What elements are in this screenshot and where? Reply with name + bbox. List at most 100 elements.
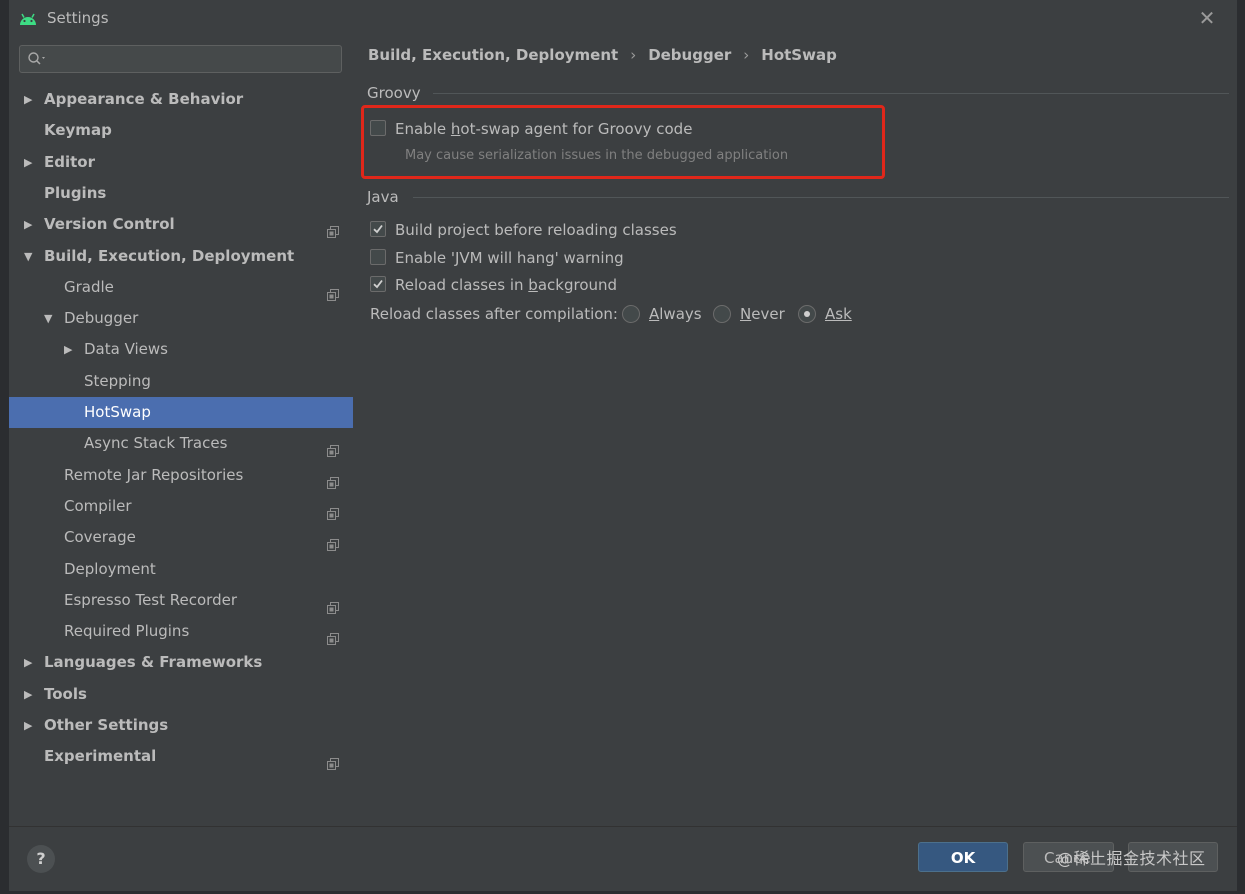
- sidebar-item[interactable]: Compiler: [9, 491, 353, 522]
- sidebar-item[interactable]: ▶ Data Views: [9, 334, 353, 365]
- sidebar-item[interactable]: Deployment: [9, 554, 353, 585]
- build-before-reload-label: Build project before reloading classes: [395, 221, 677, 239]
- window-title: Settings: [47, 9, 109, 27]
- build-before-reload-checkbox[interactable]: [370, 221, 386, 237]
- check-icon: [373, 279, 383, 289]
- sidebar-item[interactable]: Espresso Test Recorder: [9, 585, 353, 616]
- check-icon: [373, 224, 383, 234]
- sidebar-item-label: Compiler: [64, 497, 132, 515]
- title-bar: Settings ✕: [9, 0, 1237, 38]
- sidebar-item-label: Remote Jar Repositories: [64, 466, 244, 484]
- breadcrumb-separator: ›: [743, 46, 750, 64]
- collapse-arrow-icon[interactable]: ▶: [24, 147, 36, 178]
- highlight-box: [361, 105, 885, 179]
- sidebar-item[interactable]: ▶ Languages & Frameworks: [9, 647, 353, 678]
- sidebar-item-label: Espresso Test Recorder: [64, 591, 237, 609]
- project-level-icon: [327, 625, 339, 645]
- collapse-arrow-icon[interactable]: ▶: [24, 647, 36, 678]
- sidebar-item-label: Languages & Frameworks: [44, 653, 263, 671]
- close-icon[interactable]: ✕: [1195, 6, 1219, 30]
- project-level-icon: [327, 469, 339, 489]
- sidebar-item[interactable]: ▼ Debugger: [9, 303, 353, 334]
- reload-in-background-checkbox[interactable]: [370, 276, 386, 292]
- sidebar-item-label: HotSwap: [84, 403, 151, 421]
- jvm-hang-warning-checkbox[interactable]: [370, 249, 386, 265]
- breadcrumb-item: Debugger: [648, 46, 732, 64]
- radio-ask[interactable]: [798, 305, 816, 323]
- sidebar-item[interactable]: Plugins: [9, 178, 353, 209]
- sidebar-item[interactable]: ▶ Tools: [9, 679, 353, 710]
- group-divider: [413, 197, 1229, 198]
- sidebar-item-label: Other Settings: [44, 716, 169, 734]
- breadcrumb-item: HotSwap: [761, 46, 837, 64]
- radio-never[interactable]: [713, 305, 731, 323]
- radio-ask-label[interactable]: Ask: [825, 302, 852, 326]
- sidebar-item-label: Async Stack Traces: [84, 434, 228, 452]
- java-group-title: Java: [367, 188, 399, 206]
- project-level-icon: [327, 594, 339, 614]
- reload-after-compilation-row: Reload classes after compilation: Always…: [370, 302, 890, 326]
- sidebar-item-label: Tools: [44, 685, 87, 703]
- collapse-arrow-icon[interactable]: ▶: [24, 710, 36, 741]
- sidebar-item-label: Coverage: [64, 528, 136, 546]
- sidebar-item[interactable]: ▼ Build, Execution, Deployment: [9, 241, 353, 272]
- sidebar-item-label: Debugger: [64, 309, 139, 327]
- help-button[interactable]: ?: [27, 845, 55, 873]
- collapse-arrow-icon[interactable]: ▶: [64, 334, 76, 365]
- project-level-icon: [327, 281, 339, 301]
- sidebar-item[interactable]: ▶ Version Control: [9, 209, 353, 240]
- reload-in-background-label: Reload classes in background: [395, 276, 618, 294]
- sidebar-item-label: Gradle: [64, 278, 114, 296]
- settings-dialog: Settings ✕ ▶ Appearance & Behavior Keymap ▶…: [9, 0, 1237, 891]
- sidebar-item[interactable]: HotSwap: [9, 397, 353, 428]
- sidebar-item-label: Editor: [44, 153, 95, 171]
- sidebar-item-label: Required Plugins: [64, 622, 190, 640]
- breadcrumb: Build, Execution, Deployment › Debugger › Ho…: [368, 46, 837, 64]
- project-level-icon: [327, 750, 339, 770]
- sidebar-item[interactable]: ▶ Other Settings: [9, 710, 353, 741]
- project-level-icon: [327, 218, 339, 238]
- project-level-icon: [327, 531, 339, 551]
- radio-selected-dot: [804, 311, 810, 317]
- breadcrumb-separator: ›: [630, 46, 637, 64]
- radio-always-label[interactable]: Always: [649, 302, 702, 326]
- project-level-icon: [327, 437, 339, 457]
- sidebar-item[interactable]: Experimental: [9, 741, 353, 772]
- project-level-icon: [327, 500, 339, 520]
- sidebar-item[interactable]: Required Plugins: [9, 616, 353, 647]
- settings-content: Build, Execution, Deployment › Debugger › Ho…: [353, 38, 1237, 826]
- sidebar-item-label: Version Control: [44, 215, 175, 233]
- ok-button[interactable]: OK: [918, 842, 1008, 872]
- search-icon: [28, 52, 45, 65]
- sidebar-item-label: Keymap: [44, 121, 112, 139]
- dialog-footer: ? OK Cancel @稀土掘金技术社区: [9, 826, 1237, 891]
- sidebar-item-label: Experimental: [44, 747, 157, 765]
- sidebar-item[interactable]: Gradle: [9, 272, 353, 303]
- search-input[interactable]: [19, 45, 342, 73]
- reload-after-compilation-label: Reload classes after compilation:: [370, 305, 618, 323]
- sidebar-item[interactable]: Keymap: [9, 115, 353, 146]
- expand-arrow-icon[interactable]: ▼: [24, 241, 36, 272]
- sidebar-item-label: Build, Execution, Deployment: [44, 247, 295, 265]
- sidebar-item[interactable]: ▶ Appearance & Behavior: [9, 84, 353, 115]
- radio-never-label[interactable]: Never: [740, 302, 785, 326]
- radio-always[interactable]: [622, 305, 640, 323]
- sidebar-item-label: Plugins: [44, 184, 107, 202]
- sidebar-item[interactable]: Async Stack Traces: [9, 428, 353, 459]
- collapse-arrow-icon[interactable]: ▶: [24, 679, 36, 710]
- android-icon: [20, 13, 36, 25]
- group-divider: [433, 93, 1229, 94]
- sidebar-item[interactable]: Coverage: [9, 522, 353, 553]
- jvm-hang-warning-label: Enable 'JVM will hang' warning: [395, 249, 624, 267]
- sidebar-item-label: Deployment: [64, 560, 156, 578]
- sidebar-item[interactable]: Stepping: [9, 366, 353, 397]
- sidebar-item[interactable]: Remote Jar Repositories: [9, 460, 353, 491]
- sidebar-item-label: Stepping: [84, 372, 151, 390]
- sidebar-item[interactable]: ▶ Editor: [9, 147, 353, 178]
- expand-arrow-icon[interactable]: ▼: [44, 303, 56, 334]
- groovy-group-title: Groovy: [367, 84, 421, 102]
- collapse-arrow-icon[interactable]: ▶: [24, 84, 36, 115]
- watermark-text: @稀土掘金技术社区: [1057, 849, 1206, 868]
- collapse-arrow-icon[interactable]: ▶: [24, 209, 36, 240]
- sidebar-item-label: Data Views: [84, 340, 168, 358]
